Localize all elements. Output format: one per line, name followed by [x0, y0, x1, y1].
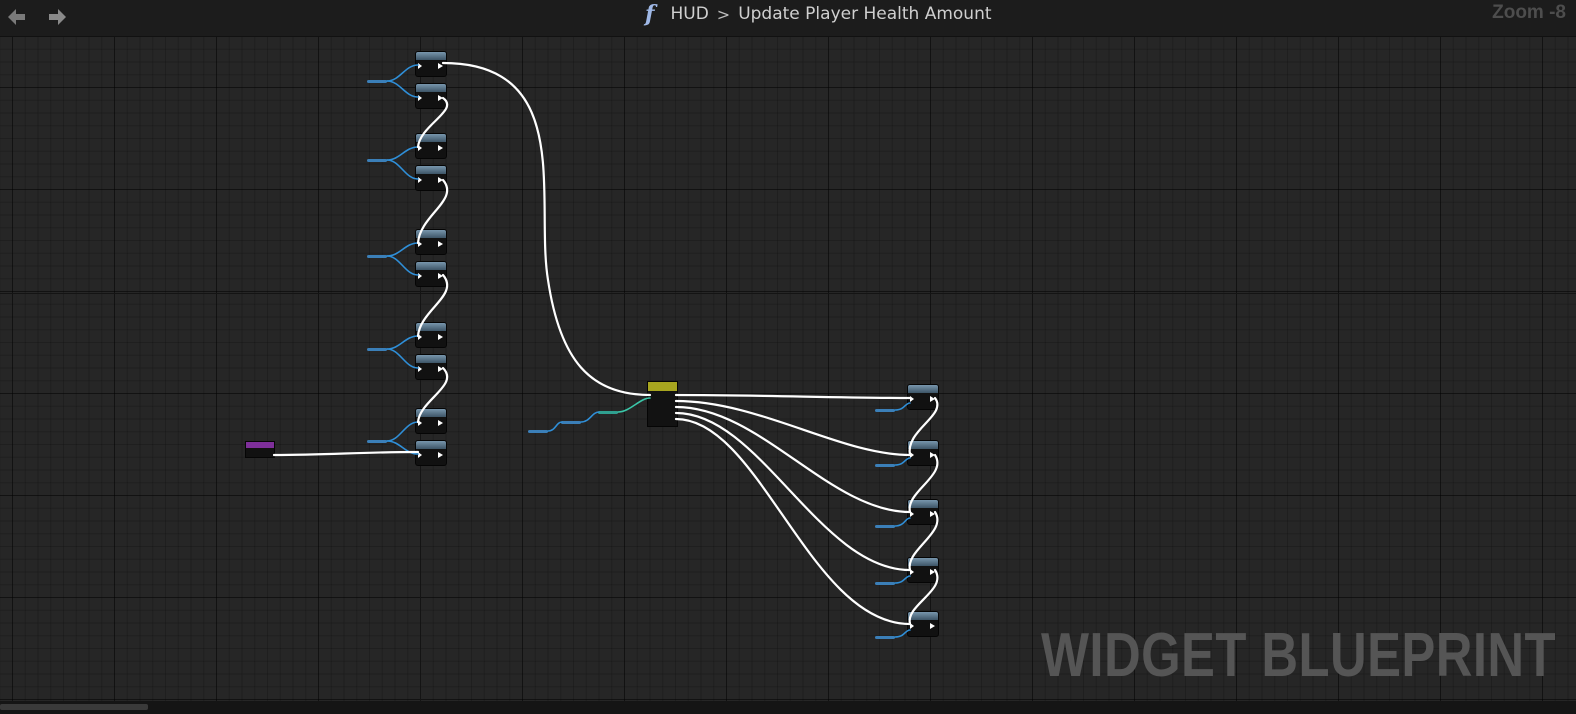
function-node[interactable]: [908, 441, 938, 465]
variable-getter-node[interactable]: [875, 525, 895, 528]
arrow-left-icon: [8, 9, 25, 25]
horizontal-scrollbar[interactable]: [0, 701, 1576, 714]
forward-button[interactable]: [44, 4, 70, 30]
back-button[interactable]: [4, 4, 30, 30]
event-node[interactable]: [246, 442, 274, 457]
function-node[interactable]: [416, 441, 446, 465]
breadcrumb-parent[interactable]: HUD: [670, 4, 708, 24]
variable-getter-node[interactable]: [875, 464, 895, 467]
variable-getter-node[interactable]: [367, 255, 387, 258]
sequence-node[interactable]: [648, 382, 677, 426]
function-node[interactable]: [416, 134, 446, 158]
zoom-level-label: Zoom -8: [1492, 2, 1566, 23]
variable-getter-node[interactable]: [367, 80, 387, 83]
function-node[interactable]: [908, 500, 938, 524]
variable-getter-node[interactable]: [875, 636, 895, 639]
function-node[interactable]: [416, 409, 446, 433]
function-node[interactable]: [416, 230, 446, 254]
graph-canvas[interactable]: [0, 37, 1576, 701]
function-node[interactable]: [908, 558, 938, 582]
variable-getter-node[interactable]: [561, 421, 581, 424]
blueprint-editor: f HUD > Update Player Health Amount Zoom…: [0, 0, 1576, 714]
function-node[interactable]: [416, 52, 446, 76]
function-node[interactable]: [416, 323, 446, 347]
breadcrumb-current: Update Player Health Amount: [738, 4, 992, 24]
function-node[interactable]: [416, 355, 446, 379]
breadcrumb: f HUD > Update Player Health Amount: [645, 0, 992, 28]
function-node[interactable]: [908, 612, 938, 636]
variable-getter-node[interactable]: [875, 409, 895, 412]
function-node[interactable]: [416, 166, 446, 190]
variable-getter-node[interactable]: [367, 440, 387, 443]
graph-toolbar: f HUD > Update Player Health Amount Zoom…: [0, 0, 1576, 37]
horizontal-scrollbar-thumb[interactable]: [0, 704, 148, 710]
widget-blueprint-watermark: WIDGET BLUEPRINT: [1041, 621, 1556, 690]
function-node[interactable]: [416, 84, 446, 108]
arrow-right-icon: [49, 9, 66, 25]
struct-getter-node[interactable]: [598, 411, 618, 414]
variable-getter-node[interactable]: [367, 159, 387, 162]
function-icon: f: [645, 1, 655, 27]
variable-getter-node[interactable]: [367, 348, 387, 351]
function-node[interactable]: [416, 262, 446, 286]
variable-getter-node[interactable]: [528, 430, 548, 433]
function-node[interactable]: [908, 385, 938, 409]
breadcrumb-separator: >: [716, 4, 731, 24]
variable-getter-node[interactable]: [875, 582, 895, 585]
